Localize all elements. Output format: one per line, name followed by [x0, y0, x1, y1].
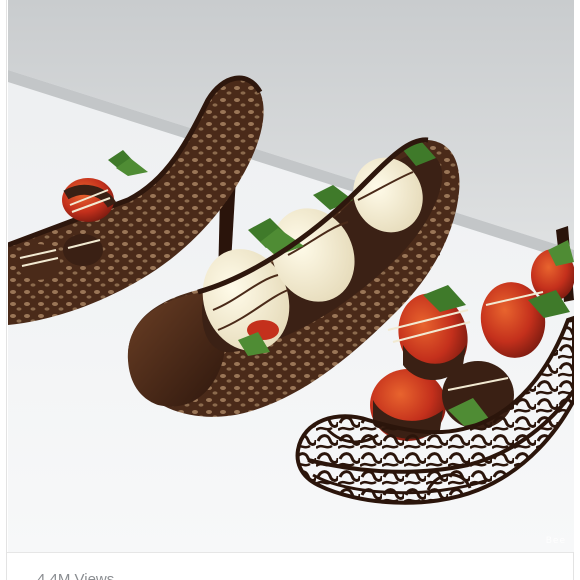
video-frame-image	[8, 0, 574, 552]
video-watermark: Bee	[545, 536, 566, 546]
video-player[interactable]: Bee	[8, 0, 574, 552]
view-count: 4.4M Views	[37, 571, 115, 580]
post-footer: 4.4M Views	[7, 552, 573, 580]
post-card: Bee 4.4M Views	[6, 0, 574, 580]
screenshot-frame: Bee 4.4M Views	[0, 0, 580, 580]
